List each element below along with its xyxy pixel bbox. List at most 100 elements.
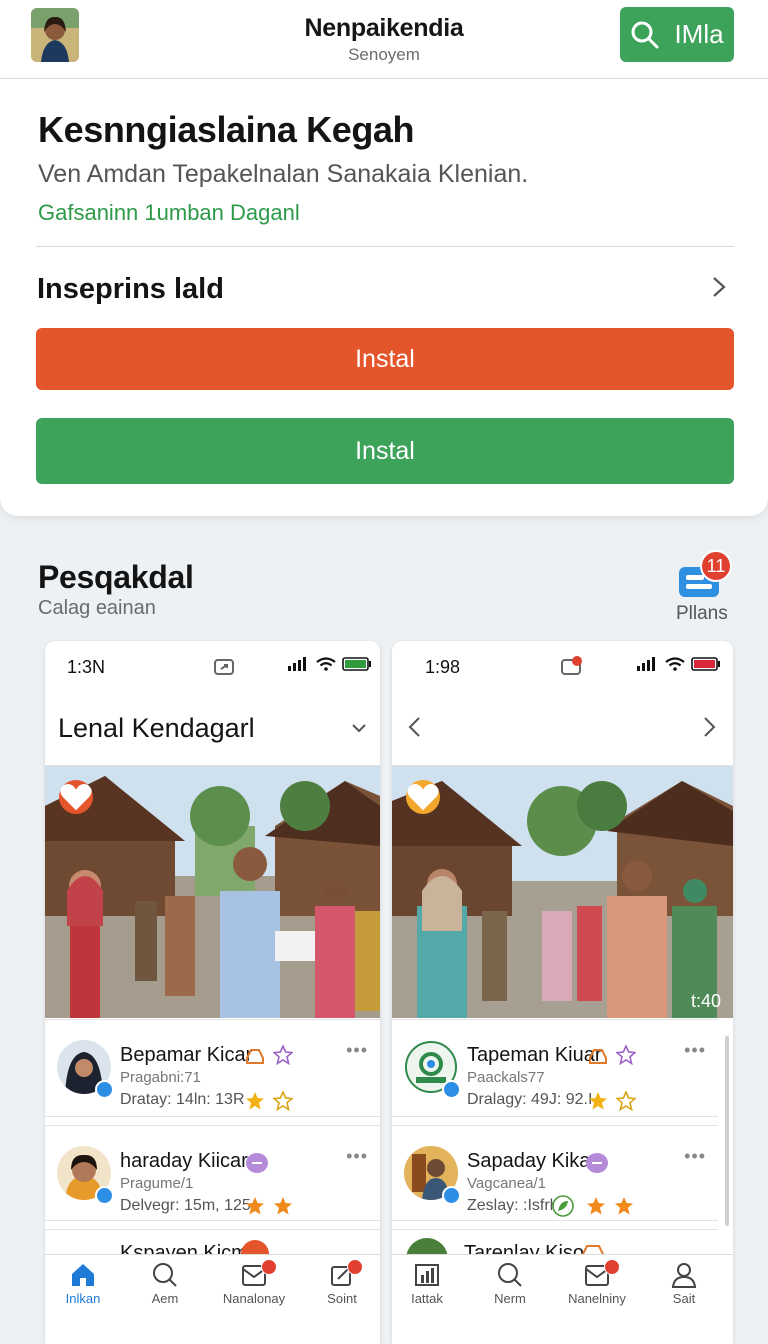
list-item[interactable]: Bepamar Kicar Pragabni:71 Dratay: 14ln: … bbox=[45, 1019, 380, 1117]
star-outline-icon bbox=[616, 1091, 636, 1111]
item-meta: Vagcanea/1 bbox=[467, 1175, 546, 1192]
wifi-icon bbox=[316, 657, 336, 671]
install-primary-button[interactable]: Instal bbox=[36, 328, 734, 390]
install-link[interactable]: Gafsaninn 1umban Daganl bbox=[38, 200, 300, 226]
village-photo bbox=[45, 766, 380, 1018]
search-button[interactable]: IMla bbox=[620, 7, 734, 62]
phone-mockup-left: 1:3Ν Lenal Kendagarl Bepamar Kicar Praga… bbox=[45, 641, 380, 1344]
nav-search[interactable]: Aem bbox=[130, 1261, 200, 1306]
item-stats: Dralagy: 49J: 92.I bbox=[467, 1091, 593, 1108]
nav-inbox[interactable]: Nanalonay bbox=[219, 1259, 289, 1306]
verified-badge-icon bbox=[442, 1186, 461, 1205]
screen-share-icon bbox=[214, 659, 234, 675]
nav-inbox[interactable]: Nanelniny bbox=[562, 1259, 632, 1306]
star-outline-icon[interactable] bbox=[616, 1045, 636, 1065]
star-icon bbox=[615, 1197, 633, 1215]
chevron-right-icon[interactable] bbox=[706, 275, 730, 299]
more-options-icon[interactable]: ••• bbox=[684, 1146, 706, 1167]
install-card: Kesnngiaslaina Kegah Ven Amdan Tepakelna… bbox=[0, 79, 768, 516]
plans-notification-badge: 11 bbox=[700, 550, 732, 582]
battery-icon bbox=[342, 657, 371, 671]
status-icons bbox=[288, 657, 372, 671]
verified-badge-icon bbox=[95, 1080, 114, 1099]
chevron-down-icon[interactable] bbox=[349, 718, 369, 738]
more-options-icon[interactable]: ••• bbox=[346, 1040, 368, 1061]
star-icon bbox=[274, 1197, 292, 1215]
chevron-left-icon[interactable] bbox=[404, 715, 426, 739]
notification-dot bbox=[347, 1259, 363, 1275]
notification-dot bbox=[604, 1259, 620, 1275]
verified-badge-icon bbox=[95, 1186, 114, 1205]
status-time: 1:3Ν bbox=[67, 657, 106, 677]
divider bbox=[36, 246, 734, 247]
phone-header-title: Lenal Kendagarl bbox=[58, 713, 255, 743]
user-icon bbox=[671, 1263, 697, 1288]
item-meta: Paackals77 bbox=[467, 1069, 545, 1086]
phone-header bbox=[392, 693, 733, 766]
nav-edit[interactable]: Soint bbox=[307, 1259, 377, 1306]
nav-search[interactable]: Nerm bbox=[475, 1261, 545, 1306]
item-stats: Delvegr: 15m, 125 bbox=[120, 1197, 251, 1214]
section-subtitle: Calag eainan bbox=[38, 597, 156, 619]
item-name: Bepamar Kicar bbox=[120, 1044, 253, 1066]
star-outline-icon[interactable] bbox=[273, 1045, 293, 1065]
phone-header: Lenal Kendagarl bbox=[45, 693, 380, 766]
item-stats: Zeslay: :Isfrh bbox=[467, 1197, 559, 1214]
signal-icon bbox=[637, 657, 655, 671]
tray-icon bbox=[589, 1049, 607, 1064]
scrollbar[interactable] bbox=[725, 1036, 729, 1226]
nav-home[interactable]: Inlkan bbox=[48, 1261, 118, 1306]
item-name: Sapaday Kikar bbox=[467, 1150, 598, 1172]
tray-icon bbox=[246, 1049, 264, 1064]
item-meta: Pragume/1 bbox=[120, 1175, 194, 1192]
more-options-icon[interactable]: ••• bbox=[346, 1146, 368, 1167]
item-stats: Dratay: 14ln: 13R bbox=[120, 1091, 245, 1108]
bottom-navigation: Inlkan Aem Nanalonay Soint bbox=[45, 1254, 380, 1317]
status-bar: 1:3Ν bbox=[45, 641, 380, 693]
status-icons bbox=[637, 657, 721, 671]
app-top-bar: Nenpaikendia Senoyem IMla bbox=[0, 0, 768, 79]
favorite-icon[interactable] bbox=[59, 780, 93, 814]
chevron-right-icon[interactable] bbox=[698, 715, 720, 739]
leaf-icon bbox=[552, 1195, 574, 1217]
nav-profile[interactable]: Sait bbox=[649, 1261, 719, 1306]
status-time: 1:98 bbox=[425, 657, 461, 677]
item-name: haraday Kiicar bbox=[120, 1150, 248, 1172]
notification-dot bbox=[261, 1259, 277, 1275]
section-title: Pesqakdal bbox=[38, 559, 194, 595]
list-item[interactable]: Sapaday Kikar Vagcanea/1 Zeslay: :Isfrh … bbox=[392, 1125, 718, 1221]
star-icon bbox=[587, 1197, 605, 1215]
search-icon bbox=[153, 1263, 177, 1287]
nav-stats[interactable]: Iattak bbox=[392, 1261, 462, 1306]
search-icon bbox=[631, 21, 659, 48]
phone-mockup-right: 1:98 t:40 Tapeman Kiuar Paackals77 Drala… bbox=[392, 641, 733, 1344]
star-icon bbox=[246, 1197, 264, 1215]
village-photo: t:40 bbox=[392, 766, 733, 1018]
chart-icon bbox=[415, 1264, 439, 1286]
status-bar: 1:98 bbox=[392, 641, 733, 693]
video-duration: t:40 bbox=[690, 991, 721, 1011]
plans-label[interactable]: Pllans bbox=[676, 603, 728, 625]
battery-icon bbox=[691, 657, 720, 671]
favorite-icon[interactable] bbox=[406, 780, 440, 814]
verified-badge-icon bbox=[442, 1080, 461, 1099]
more-options-icon[interactable]: ••• bbox=[684, 1040, 706, 1061]
list-item[interactable]: Tapeman Kiuar Paackals77 Dralagy: 49J: 9… bbox=[392, 1019, 718, 1117]
wifi-icon bbox=[665, 657, 685, 671]
star-icon bbox=[246, 1092, 264, 1110]
bottom-navigation: Iattak Nerm Nanelniny Sait bbox=[392, 1254, 733, 1317]
item-meta: Pragabni:71 bbox=[120, 1069, 201, 1086]
screen-share-icon bbox=[561, 656, 582, 675]
search-button-label: IMla bbox=[674, 19, 724, 49]
install-description: Ven Amdan Tepakelnalan Sanakaia Klenian. bbox=[38, 160, 529, 188]
chat-bubble-icon bbox=[586, 1153, 608, 1173]
home-icon bbox=[72, 1264, 94, 1286]
install-row-label[interactable]: Inseprins lald bbox=[37, 273, 224, 306]
item-name: Tapeman Kiuar bbox=[467, 1044, 602, 1066]
star-outline-icon bbox=[273, 1091, 293, 1111]
install-secondary-button[interactable]: Instal bbox=[36, 418, 734, 484]
list-item[interactable]: haraday Kiicar Pragume/1 Delvegr: 15m, 1… bbox=[45, 1125, 380, 1221]
chat-bubble-icon bbox=[246, 1153, 268, 1173]
search-icon bbox=[498, 1263, 522, 1287]
star-icon bbox=[589, 1092, 607, 1110]
